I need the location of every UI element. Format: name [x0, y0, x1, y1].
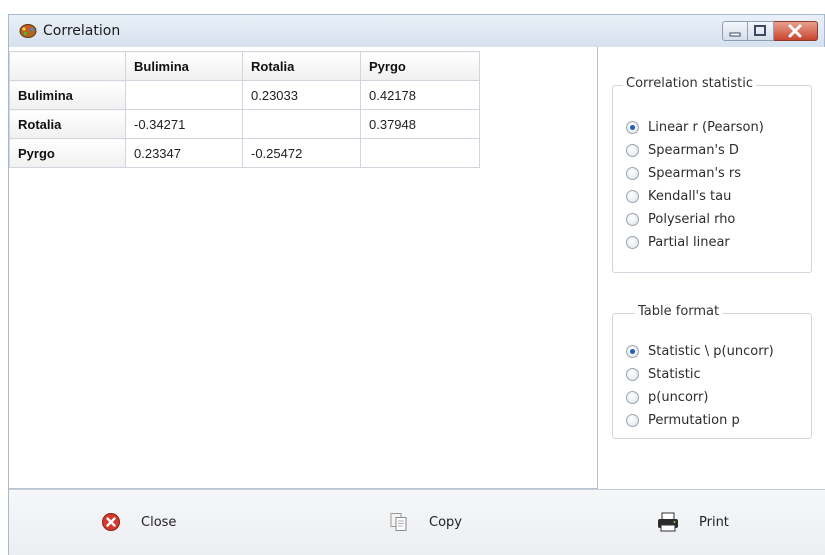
radio-label: Spearman's D: [648, 143, 739, 158]
column-header[interactable]: Rotalia: [242, 51, 361, 81]
table-row: Pyrgo 0.23347 -0.25472: [9, 138, 480, 168]
table-cell[interactable]: 0.23347: [125, 138, 243, 168]
title-bar[interactable]: Correlation: [9, 15, 824, 47]
radio-label: Kendall's tau: [648, 189, 732, 204]
row-header[interactable]: Rotalia: [9, 109, 126, 139]
group-title: Correlation statistic: [623, 76, 756, 91]
printer-icon: [658, 512, 678, 532]
group-title: Table format: [635, 304, 723, 319]
radio-label: p(uncorr): [648, 390, 709, 405]
close-icon: [788, 24, 802, 38]
copy-button-label: Copy: [429, 514, 462, 530]
table-cell[interactable]: 0.23033: [242, 80, 361, 110]
close-circle-icon: [102, 513, 120, 531]
table-cell[interactable]: [125, 80, 243, 110]
radio-label: Statistic: [648, 367, 701, 382]
radio-partial-linear[interactable]: Partial linear: [626, 235, 730, 250]
radio-spearman-rs[interactable]: Spearman's rs: [626, 166, 741, 181]
radio-kendall-tau[interactable]: Kendall's tau: [626, 189, 731, 204]
radio-button-icon: [626, 345, 639, 358]
radio-button-icon: [626, 213, 639, 226]
window-controls: [722, 21, 818, 41]
radio-button-icon: [626, 236, 639, 249]
close-button-label: Close: [141, 514, 177, 530]
minimize-icon: [729, 32, 741, 37]
radio-button-icon: [626, 167, 639, 180]
table-cell[interactable]: [360, 138, 480, 168]
radio-polyserial-rho[interactable]: Polyserial rho: [626, 212, 735, 227]
maximize-button[interactable]: [748, 21, 774, 41]
row-header[interactable]: Bulimina: [9, 80, 126, 110]
copy-button[interactable]: Copy: [389, 512, 462, 532]
table-format-group: Table format Statistic \ p(uncorr) Stati…: [612, 304, 812, 439]
copy-icon: [390, 513, 407, 531]
radio-label: Spearman's rs: [648, 166, 742, 181]
correlation-table-area: Bulimina Rotalia Pyrgo Bulimina 0.23033 …: [9, 47, 598, 489]
radio-spearman-d[interactable]: Spearman's D: [626, 143, 739, 158]
radio-permutation-p[interactable]: Permutation p: [626, 413, 740, 428]
table-cell[interactable]: -0.25472: [242, 138, 361, 168]
radio-label: Linear r (Pearson): [648, 120, 764, 135]
close-button[interactable]: Close: [101, 512, 176, 532]
window-client: Bulimina Rotalia Pyrgo Bulimina 0.23033 …: [9, 47, 825, 555]
radio-statistic[interactable]: Statistic: [626, 367, 701, 382]
radio-button-icon: [626, 121, 639, 134]
window-title: Correlation: [43, 23, 121, 39]
correlation-table: Bulimina Rotalia Pyrgo Bulimina 0.23033 …: [9, 51, 480, 168]
table-cell[interactable]: -0.34271: [125, 109, 243, 139]
table-row: Rotalia -0.34271 0.37948: [9, 109, 480, 139]
radio-linear-pearson[interactable]: Linear r (Pearson): [626, 120, 764, 135]
maximize-icon: [754, 25, 766, 36]
table-cell[interactable]: 0.37948: [360, 109, 480, 139]
radio-label: Statistic \ p(uncorr): [648, 344, 774, 359]
radio-label: Polyserial rho: [648, 212, 736, 227]
radio-button-icon: [626, 414, 639, 427]
correlation-statistic-group: Correlation statistic Linear r (Pearson)…: [612, 76, 812, 273]
radio-label: Partial linear: [648, 235, 730, 250]
radio-button-icon: [626, 368, 639, 381]
table-cell[interactable]: [242, 109, 361, 139]
column-header[interactable]: Bulimina: [125, 51, 243, 81]
radio-label: Permutation p: [648, 413, 740, 428]
minimize-button[interactable]: [722, 21, 748, 41]
column-header[interactable]: Pyrgo: [360, 51, 480, 81]
table-row: Bulimina 0.23033 0.42178: [9, 80, 480, 110]
table-corner-cell: [9, 51, 126, 81]
window-close-button[interactable]: [774, 21, 818, 41]
radio-button-icon: [626, 190, 639, 203]
correlation-window: Correlation Bulimina Rotalia Pyrgo Bulim…: [8, 14, 825, 555]
options-panel: Correlation statistic Linear r (Pearson)…: [598, 47, 825, 489]
radio-p-uncorr[interactable]: p(uncorr): [626, 390, 708, 405]
radio-statistic-p-uncorr[interactable]: Statistic \ p(uncorr): [626, 344, 774, 359]
radio-button-icon: [626, 391, 639, 404]
print-button[interactable]: Print: [657, 512, 729, 532]
action-bar: Close Copy Print: [9, 489, 825, 555]
table-cell[interactable]: 0.42178: [360, 80, 480, 110]
palette-icon: [19, 24, 37, 38]
row-header[interactable]: Pyrgo: [9, 138, 126, 168]
table-header-row: Bulimina Rotalia Pyrgo: [9, 51, 480, 81]
print-button-label: Print: [699, 514, 729, 530]
radio-button-icon: [626, 144, 639, 157]
